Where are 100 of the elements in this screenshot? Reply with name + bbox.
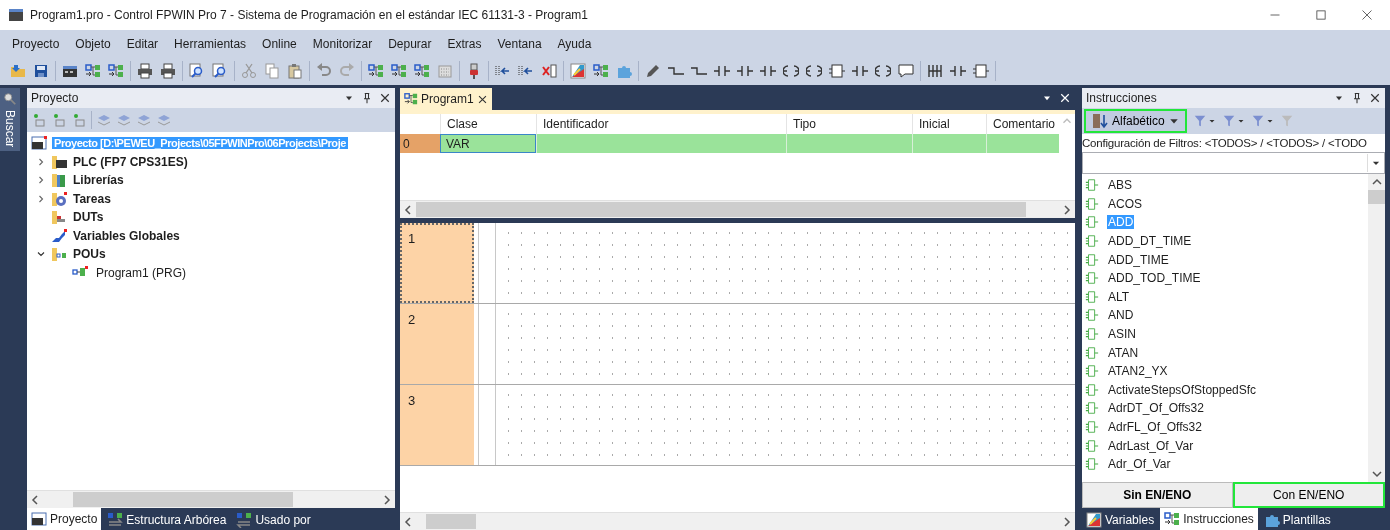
scrollbar-thumb[interactable] — [73, 492, 293, 507]
instruction-item[interactable]: ADD_TOD_TIME — [1107, 271, 1202, 286]
search-icon[interactable] — [189, 63, 205, 79]
close-icon[interactable] — [1369, 92, 1381, 104]
menu-item[interactable]: Ayuda — [549, 33, 600, 54]
printer-icon[interactable] — [160, 63, 176, 79]
panel-tab[interactable]: Plantillas — [1259, 510, 1335, 530]
comment-icon[interactable] — [898, 63, 914, 79]
instruction-item[interactable]: ATAN — [1107, 345, 1140, 360]
rail-icon[interactable] — [927, 63, 943, 79]
mode-button[interactable]: Sin EN/ENO — [1082, 482, 1233, 508]
contact-icon[interactable] — [737, 63, 753, 79]
mode-button[interactable]: Con EN/ENO — [1232, 482, 1385, 508]
tree-item[interactable]: Program1 (PRG) — [94, 265, 189, 280]
rung-number[interactable]: 3 — [400, 385, 474, 465]
scrollbar-thumb[interactable] — [426, 514, 476, 529]
sort-dropdown[interactable]: Alfabético — [1084, 109, 1187, 133]
panel-tab[interactable]: Estructura Arbórea — [103, 510, 231, 530]
contact-icon[interactable] — [852, 63, 868, 79]
menu-item[interactable]: Proyecto — [4, 33, 68, 54]
rung-number[interactable]: 1 — [400, 223, 474, 303]
coil-icon[interactable] — [783, 63, 799, 79]
contact-icon[interactable] — [714, 63, 730, 79]
column-header[interactable]: Tipo — [793, 117, 816, 131]
instruction-item[interactable]: AdrLast_Of_Var — [1107, 438, 1195, 453]
pencil-icon[interactable] — [645, 63, 661, 79]
instruction-item[interactable]: ATAN2_YX — [1107, 364, 1169, 379]
panel-tab[interactable]: Instrucciones — [1160, 508, 1258, 530]
table-cell[interactable] — [786, 134, 912, 153]
instruction-item[interactable]: ADD_DT_TIME — [1107, 234, 1193, 249]
panel-tab[interactable]: Usado por — [232, 510, 315, 530]
save-icon[interactable] — [33, 63, 49, 79]
contact-icon[interactable] — [950, 63, 966, 79]
menu-item[interactable]: Editar — [118, 33, 167, 54]
instruction-item[interactable]: AdrDT_Of_Offs32 — [1107, 401, 1205, 416]
tree-item[interactable]: Librerías — [71, 173, 126, 188]
column-header[interactable]: Comentario — [993, 117, 1056, 131]
delete-icon[interactable] — [541, 63, 557, 79]
menu-item[interactable]: Depurar — [380, 33, 440, 54]
tree-item[interactable]: Variables Globales — [71, 228, 182, 243]
palette-icon[interactable] — [570, 63, 586, 79]
horizontal-scrollbar[interactable] — [400, 200, 1075, 218]
horizontal-scrollbar[interactable] — [400, 512, 1075, 530]
instruction-item[interactable]: ADD_TIME — [1107, 252, 1170, 267]
search-icon[interactable] — [212, 63, 228, 79]
block-diagram-icon[interactable] — [85, 63, 101, 79]
instruction-item[interactable]: ASIN — [1107, 327, 1137, 342]
menu-item[interactable]: Monitorizar — [304, 33, 381, 54]
vertical-scrollbar[interactable] — [1368, 174, 1385, 482]
dropdown-icon[interactable] — [1265, 117, 1274, 125]
column-header[interactable]: Clase — [447, 117, 478, 131]
undo-icon[interactable] — [316, 63, 332, 79]
editor-tab[interactable]: Program1 — [400, 88, 492, 110]
pin-icon[interactable] — [361, 92, 373, 104]
open-folder-icon[interactable] — [10, 63, 26, 79]
instruction-item[interactable]: ALT — [1107, 289, 1131, 304]
dropdown-icon[interactable] — [1236, 117, 1245, 125]
maximize-icon[interactable] — [1315, 9, 1327, 21]
side-tab[interactable]: Buscar — [0, 88, 20, 152]
dot-grid-icon[interactable] — [437, 63, 453, 79]
rung-number[interactable]: 2 — [400, 304, 474, 384]
block-diagram-icon[interactable] — [391, 63, 407, 79]
block-diagram-icon[interactable] — [593, 63, 609, 79]
menu-item[interactable]: Ventana — [489, 33, 550, 54]
panel-tab[interactable]: Variables — [1082, 510, 1159, 530]
window-icon[interactable] — [62, 63, 78, 79]
coil-icon[interactable] — [875, 63, 891, 79]
pin-icon[interactable] — [1351, 92, 1363, 104]
function-block-icon[interactable] — [829, 63, 845, 79]
column-header[interactable]: Identificador — [543, 117, 609, 131]
instruction-item[interactable]: Adr_Of_Var — [1107, 457, 1172, 472]
contact-icon[interactable] — [760, 63, 776, 79]
instruction-item[interactable]: AdrFL_Of_Offs32 — [1107, 420, 1203, 434]
tree-item[interactable]: POUs — [71, 247, 108, 262]
tab-close-icon[interactable] — [476, 93, 488, 105]
tree-item[interactable]: PLC (FP7 CPS31ES) — [71, 154, 190, 169]
tree-item[interactable]: DUTs — [71, 210, 106, 225]
function-block-icon[interactable] — [973, 63, 989, 79]
close-icon[interactable] — [379, 92, 391, 104]
close-icon[interactable] — [1361, 9, 1373, 21]
table-cell[interactable]: VAR — [440, 134, 536, 153]
instruction-item[interactable]: ActivateStepsOfStoppedSfc — [1107, 382, 1258, 397]
scrollbar-thumb[interactable] — [416, 202, 1026, 217]
menu-item[interactable]: Objeto — [67, 33, 119, 54]
coil-icon[interactable] — [806, 63, 822, 79]
scrollbar-thumb[interactable] — [1368, 190, 1385, 204]
instruction-item[interactable]: ACOS — [1107, 196, 1143, 211]
block-diagram-icon[interactable] — [108, 63, 124, 79]
column-header[interactable]: Inicial — [919, 117, 950, 131]
menu-item[interactable]: Extras — [439, 33, 490, 54]
block-diagram-icon[interactable] — [368, 63, 384, 79]
add-node-icon[interactable] — [31, 112, 47, 128]
instruction-item[interactable]: ABS — [1107, 178, 1133, 193]
table-cell[interactable] — [986, 134, 1059, 153]
table-cell[interactable] — [536, 134, 786, 153]
table-cell[interactable] — [912, 134, 986, 153]
block-diagram-icon[interactable] — [414, 63, 430, 79]
menu-item[interactable]: Online — [254, 33, 305, 54]
horizontal-scrollbar[interactable] — [27, 490, 395, 508]
printer-icon[interactable] — [137, 63, 153, 79]
